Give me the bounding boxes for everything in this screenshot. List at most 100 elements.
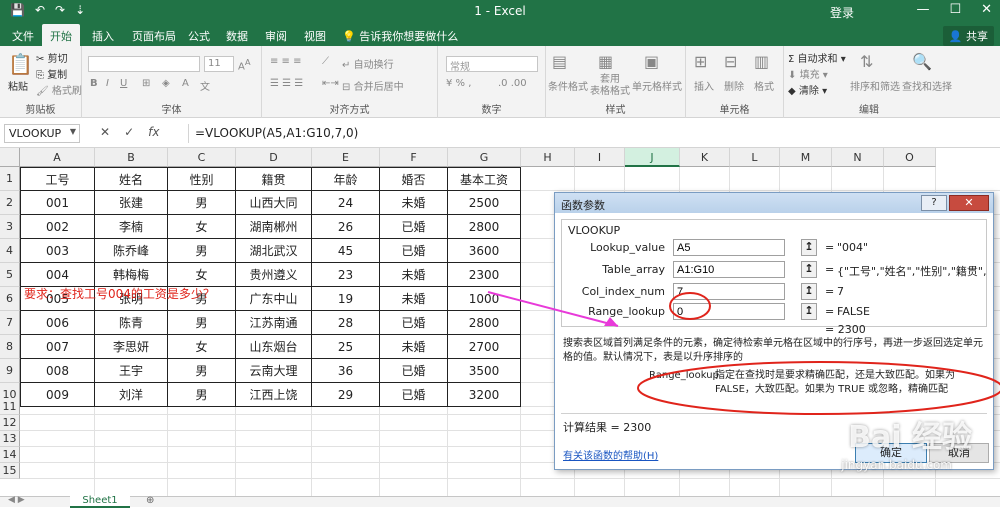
table-cell[interactable]: 001: [20, 191, 95, 215]
column-header-g[interactable]: G: [448, 148, 521, 167]
column-header-j[interactable]: J: [625, 148, 680, 167]
table-cell[interactable]: 23: [312, 263, 380, 287]
table-cell[interactable]: 江苏南通: [236, 311, 312, 335]
cancel-icon[interactable]: ✕: [100, 125, 110, 139]
row-header-12[interactable]: 12: [0, 415, 20, 431]
paste-button[interactable]: 粘贴: [8, 78, 28, 93]
bold-button[interactable]: B: [90, 78, 98, 89]
row-header-6[interactable]: 6: [0, 287, 20, 311]
column-header-k[interactable]: K: [680, 148, 730, 167]
left-align-icon[interactable]: ☰ ☰ ☰: [270, 78, 303, 89]
row-header-4[interactable]: 4: [0, 239, 20, 263]
collapse-dialog-icon[interactable]: ↥: [801, 283, 817, 300]
table-header-cell[interactable]: 基本工资: [448, 167, 521, 191]
table-cell[interactable]: 未婚: [380, 335, 448, 359]
italic-button[interactable]: I: [106, 78, 109, 89]
add-sheet-icon[interactable]: ⊕: [146, 495, 154, 506]
collapse-dialog-icon[interactable]: ↥: [801, 261, 817, 278]
column-header-f[interactable]: F: [380, 148, 448, 167]
table-cell[interactable]: 男: [168, 359, 236, 383]
fill-color-icon[interactable]: ◈: [162, 78, 170, 89]
login-link[interactable]: 登录: [830, 4, 854, 21]
table-cell[interactable]: 陈乔峰: [95, 239, 168, 263]
table-cell[interactable]: 36: [312, 359, 380, 383]
select-all-corner[interactable]: [0, 148, 20, 167]
table-cell[interactable]: 2800: [448, 311, 521, 335]
table-cell[interactable]: 19: [312, 287, 380, 311]
sort-filter-button[interactable]: 排序和筛选: [850, 78, 900, 93]
insert-cells-icon[interactable]: ⊞: [694, 52, 707, 71]
row-header-8[interactable]: 8: [0, 335, 20, 359]
table-cell[interactable]: 李楠: [95, 215, 168, 239]
column-header-c[interactable]: C: [168, 148, 236, 167]
delete-cells-icon[interactable]: ⊟: [724, 52, 737, 71]
collapse-dialog-icon[interactable]: ↥: [801, 239, 817, 256]
autosum-button[interactable]: Σ 自动求和 ▾: [788, 50, 846, 65]
clear-button[interactable]: ◆ 清除 ▾: [788, 82, 827, 97]
table-format-icon[interactable]: ▦: [598, 52, 613, 71]
format-painter-button[interactable]: 🖌 格式刷: [36, 82, 82, 97]
table-cell[interactable]: 已婚: [380, 359, 448, 383]
table-cell[interactable]: 004: [20, 263, 95, 287]
column-header-o[interactable]: O: [884, 148, 936, 167]
tab-home[interactable]: 开始: [42, 24, 80, 46]
column-header-a[interactable]: A: [20, 148, 95, 167]
table-cell[interactable]: 3200: [448, 383, 521, 407]
table-header-cell[interactable]: 籍贯: [236, 167, 312, 191]
table-header-cell[interactable]: 性别: [168, 167, 236, 191]
formula-input[interactable]: =VLOOKUP(A5,A1:G10,7,0): [188, 124, 994, 143]
table-cell[interactable]: 006: [20, 311, 95, 335]
column-header-e[interactable]: E: [312, 148, 380, 167]
font-color-icon[interactable]: A: [182, 78, 189, 89]
table-cell[interactable]: 26: [312, 215, 380, 239]
table-cell[interactable]: 45: [312, 239, 380, 263]
name-box[interactable]: VLOOKUP ▼: [4, 124, 80, 143]
column-header-m[interactable]: M: [780, 148, 832, 167]
merge-center-button[interactable]: ⊟ 合并后居中: [342, 78, 404, 93]
row-header-5[interactable]: 5: [0, 263, 20, 287]
decimal-icon[interactable]: .0 .00: [498, 78, 527, 89]
range-lookup-input[interactable]: [673, 303, 785, 320]
table-cell[interactable]: 008: [20, 359, 95, 383]
top-align-icon[interactable]: ≡ ≡ ≡: [270, 56, 302, 67]
table-cell[interactable]: 男: [168, 383, 236, 407]
tab-file[interactable]: 文件: [12, 28, 34, 44]
table-cell[interactable]: 2500: [448, 191, 521, 215]
table-cell[interactable]: 陈青: [95, 311, 168, 335]
column-header-d[interactable]: D: [236, 148, 312, 167]
enter-icon[interactable]: ✓: [124, 125, 134, 139]
table-header-cell[interactable]: 工号: [20, 167, 95, 191]
format-cells-icon[interactable]: ▥: [754, 52, 769, 71]
table-cell[interactable]: 江西上饶: [236, 383, 312, 407]
wrap-text-button[interactable]: ↵ 自动换行: [342, 56, 394, 71]
indent-icon[interactable]: ⇤⇥: [322, 78, 339, 89]
table-cell[interactable]: 已婚: [380, 383, 448, 407]
row-header-7[interactable]: 7: [0, 311, 20, 335]
table-cell[interactable]: 2300: [448, 263, 521, 287]
tab-insert[interactable]: 插入: [92, 28, 114, 44]
find-select-button[interactable]: 查找和选择: [902, 78, 952, 93]
help-button[interactable]: ?: [921, 195, 947, 211]
table-cell[interactable]: 1000: [448, 287, 521, 311]
table-cell[interactable]: 韩梅梅: [95, 263, 168, 287]
collapse-dialog-icon[interactable]: ↥: [801, 303, 817, 320]
table-cell[interactable]: 未婚: [380, 191, 448, 215]
lookup-value-input[interactable]: [673, 239, 785, 256]
table-cell[interactable]: 贵州遵义: [236, 263, 312, 287]
tell-me-box[interactable]: 💡 告诉我你想要做什么: [342, 28, 458, 44]
col-index-input[interactable]: [673, 283, 785, 300]
row-header-14[interactable]: 14: [0, 447, 20, 463]
column-header-l[interactable]: L: [730, 148, 780, 167]
font-size-box[interactable]: 11: [204, 56, 234, 72]
table-cell[interactable]: 女: [168, 263, 236, 287]
table-cell[interactable]: 已婚: [380, 311, 448, 335]
cut-button[interactable]: ✂ 剪切: [36, 50, 68, 65]
row-header-1[interactable]: 1: [0, 167, 20, 191]
table-cell[interactable]: 24: [312, 191, 380, 215]
table-cell[interactable]: 已婚: [380, 215, 448, 239]
table-header-cell[interactable]: 婚否: [380, 167, 448, 191]
table-cell[interactable]: 29: [312, 383, 380, 407]
table-cell[interactable]: 山东烟台: [236, 335, 312, 359]
table-cell[interactable]: 广东中山: [236, 287, 312, 311]
table-cell[interactable]: 李思妍: [95, 335, 168, 359]
